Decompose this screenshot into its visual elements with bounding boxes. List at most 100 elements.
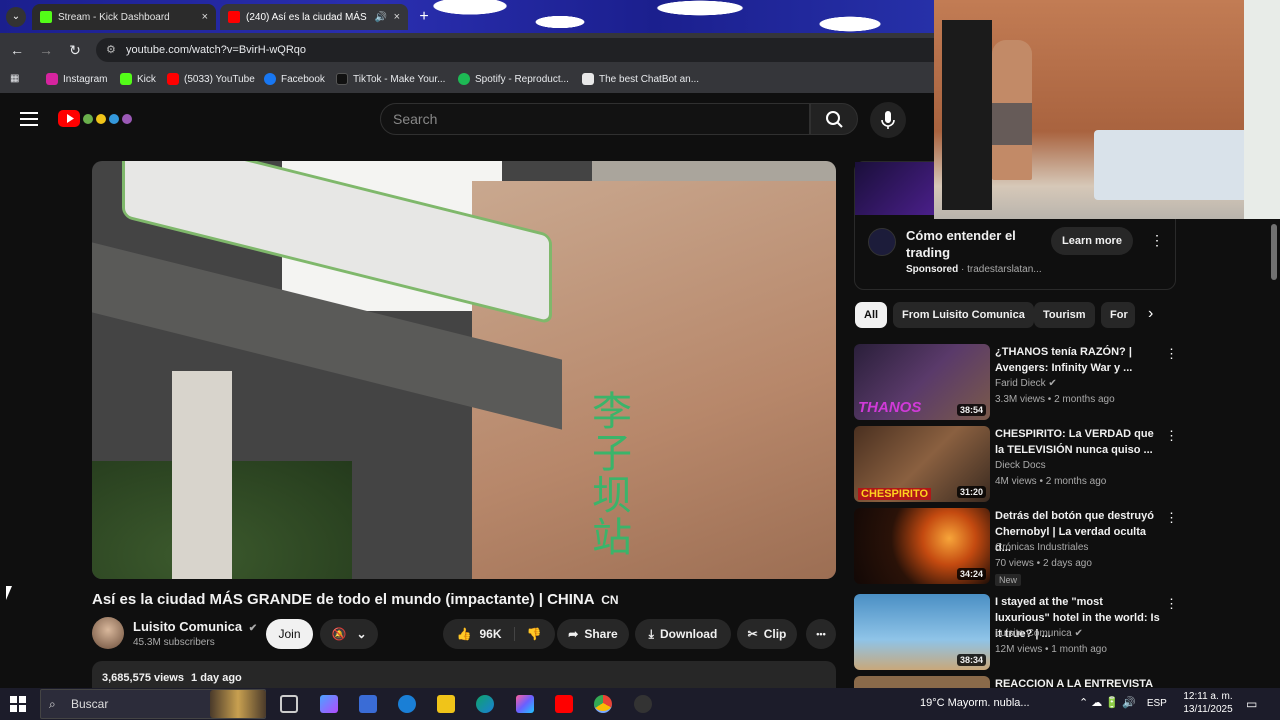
recommendation-title[interactable]: ¿THANOS tenía RAZÓN? | Avengers: Infinit… <box>995 344 1160 376</box>
colosseum-widget-icon[interactable] <box>210 690 266 718</box>
join-button[interactable]: Join <box>266 619 313 649</box>
tray-icons[interactable]: ⌃ ☁ 🔋 🔊 <box>1079 697 1136 709</box>
tab-kick-dashboard[interactable]: Stream - Kick Dashboard × <box>32 4 216 30</box>
bookmark-chatbot[interactable]: The best ChatBot an... <box>582 73 699 85</box>
bookmark-tiktok[interactable]: TikTok - Make Your... <box>336 73 445 85</box>
file-explorer-icon[interactable] <box>437 695 455 713</box>
download-icon: ⤓ <box>648 626 654 641</box>
ad-menu-icon[interactable]: ⋮ <box>1150 232 1164 249</box>
video-title: Así es la ciudad MÁS GRANDE de todo el m… <box>92 591 619 608</box>
language-indicator[interactable]: ESP <box>1147 698 1167 709</box>
bookmark-facebook[interactable]: Facebook <box>264 73 325 85</box>
copilot-icon[interactable] <box>320 695 338 713</box>
obs-icon[interactable] <box>634 695 652 713</box>
chevron-down-icon: ⌄ <box>356 627 367 641</box>
webcam-wardrobe <box>942 20 992 210</box>
more-options-icon[interactable]: ⋮ <box>1165 510 1178 526</box>
more-options-icon[interactable]: ⋮ <box>1165 428 1178 444</box>
notifications-icon[interactable]: ▭ <box>1246 697 1257 711</box>
webcam-curtain <box>1244 0 1280 219</box>
channel-avatar[interactable] <box>92 617 124 649</box>
forward-arrow-icon[interactable]: → <box>37 41 55 59</box>
chip-for-you[interactable]: For <box>1101 302 1135 328</box>
more-options-icon[interactable]: ⋮ <box>1165 346 1178 362</box>
close-tab-icon[interactable]: × <box>394 11 400 23</box>
learn-more-button[interactable]: Learn more <box>1051 227 1133 255</box>
scrollbar-thumb[interactable] <box>1271 224 1277 280</box>
copilot-app-icon[interactable] <box>516 695 534 713</box>
recommendation-item[interactable]: 38:34 I stayed at the "most luxurious" h… <box>854 594 1178 672</box>
menu-icon[interactable] <box>20 112 38 126</box>
video-player[interactable]: 李子坝站 <box>92 161 836 579</box>
apps-grid-icon[interactable]: ▦ <box>10 73 19 84</box>
youtube-logo[interactable] <box>58 110 138 128</box>
store-icon[interactable] <box>359 695 377 713</box>
verified-icon: ✔ <box>248 623 258 634</box>
description-box[interactable]: 3,685,575 views 1 day ago <box>92 661 836 691</box>
bookmark-kick[interactable]: Kick <box>120 73 156 85</box>
outlook-icon[interactable] <box>398 695 416 713</box>
chip-all[interactable]: All <box>855 302 888 328</box>
recommendation-title[interactable]: CHESPIRITO: La VERDAD que la TELEVISIÓN … <box>995 426 1160 458</box>
tab-youtube-video[interactable]: (240) Así es la ciudad MÁS 🔊 × <box>220 4 408 30</box>
ad-title[interactable]: Cómo entender el trading <box>906 227 1036 261</box>
chevron-right-icon[interactable]: › <box>1148 305 1153 323</box>
search-icon <box>826 111 843 128</box>
voice-search-button[interactable] <box>870 102 906 138</box>
windows-start-icon[interactable] <box>10 696 26 712</box>
recommendation-item[interactable]: THANOS 38:54 ¿THANOS tenía RAZÓN? | Aven… <box>854 344 1178 422</box>
search-icon: ⌕ <box>49 697 56 711</box>
video-thumbnail[interactable]: CHESPIRITO 31:20 <box>854 426 990 502</box>
spotify-icon <box>458 73 470 85</box>
video-thumbnail[interactable]: 34:24 <box>854 508 990 584</box>
recommendation-item[interactable]: CHESPIRITO 31:20 CHESPIRITO: La VERDAD q… <box>854 426 1178 504</box>
bookmark-spotify[interactable]: Spotify - Reproduct... <box>458 73 569 85</box>
taskbar-clock[interactable]: 12:11 a. m. 13/11/2025 <box>1180 690 1236 716</box>
edge-icon[interactable] <box>476 695 494 713</box>
youtube-app-icon[interactable] <box>555 695 573 713</box>
chip-tourism[interactable]: Tourism <box>1034 302 1095 328</box>
bookmark-instagram[interactable]: Instagram <box>46 73 107 85</box>
like-button[interactable]: 👍 96K <box>457 627 515 641</box>
recommendation-item[interactable]: 34:24 Detrás del botón que destruyó Cher… <box>854 508 1178 586</box>
audio-playing-icon[interactable]: 🔊 <box>375 12 387 23</box>
reload-icon[interactable]: ↻ <box>66 41 84 59</box>
search-input[interactable]: Search <box>380 103 810 135</box>
page-scrollbar[interactable] <box>1268 219 1280 684</box>
more-options-icon[interactable]: ⋮ <box>1165 596 1178 612</box>
duration-badge: 34:24 <box>956 568 986 580</box>
download-button[interactable]: ⤓ Download <box>635 619 731 649</box>
tab-label: Stream - Kick Dashboard <box>58 11 170 23</box>
instagram-icon <box>46 73 58 85</box>
more-actions-button[interactable]: ••• <box>806 619 836 649</box>
recommendation-title[interactable]: REACCION A LA ENTREVISTA <box>995 676 1160 688</box>
address-bar[interactable]: ⚙ youtube.com/watch?v=BvirH-wQRqo <box>96 38 934 62</box>
chatbot-icon <box>582 73 594 85</box>
weather-widget[interactable]: 19°C Mayorm. nubla... <box>920 697 1030 709</box>
chip-from-channel[interactable]: From Luisito Comunica <box>893 302 1034 328</box>
search-button[interactable] <box>810 103 858 135</box>
upload-date: 1 day ago <box>191 672 242 684</box>
back-arrow-icon[interactable]: ← <box>8 41 26 59</box>
task-view-icon[interactable] <box>280 695 298 713</box>
recommendation-item[interactable]: REACCION A LA ENTREVISTA <box>854 676 1176 688</box>
ad-thumbnail[interactable] <box>855 162 935 215</box>
video-thumbnail[interactable] <box>854 676 990 688</box>
site-info-icon[interactable]: ⚙ <box>106 43 116 56</box>
share-button[interactable]: ➦ Share <box>557 619 629 649</box>
video-thumbnail[interactable]: 38:34 <box>854 594 990 670</box>
close-tab-icon[interactable]: × <box>202 11 208 23</box>
advertiser-avatar[interactable] <box>868 228 896 256</box>
chrome-icon[interactable] <box>594 695 612 713</box>
bookmark-youtube[interactable]: (5033) YouTube <box>167 73 255 85</box>
new-tab-button[interactable]: + <box>414 7 434 27</box>
system-tray[interactable]: ⌃ ☁ 🔋 🔊 ESP <box>1079 696 1167 709</box>
webcam-person <box>992 40 1032 180</box>
tab-search-button[interactable]: ⌄ <box>6 7 26 27</box>
channel-name[interactable]: Luisito Comunica ✔ <box>133 619 257 634</box>
notification-bell-button[interactable]: 🔕 ⌄ <box>320 619 378 649</box>
dislike-button[interactable]: 👎 <box>515 627 542 641</box>
clip-button[interactable]: ✂ Clip <box>737 619 797 649</box>
video-thumbnail[interactable]: THANOS 38:54 <box>854 344 990 420</box>
share-icon: ➦ <box>568 627 579 641</box>
